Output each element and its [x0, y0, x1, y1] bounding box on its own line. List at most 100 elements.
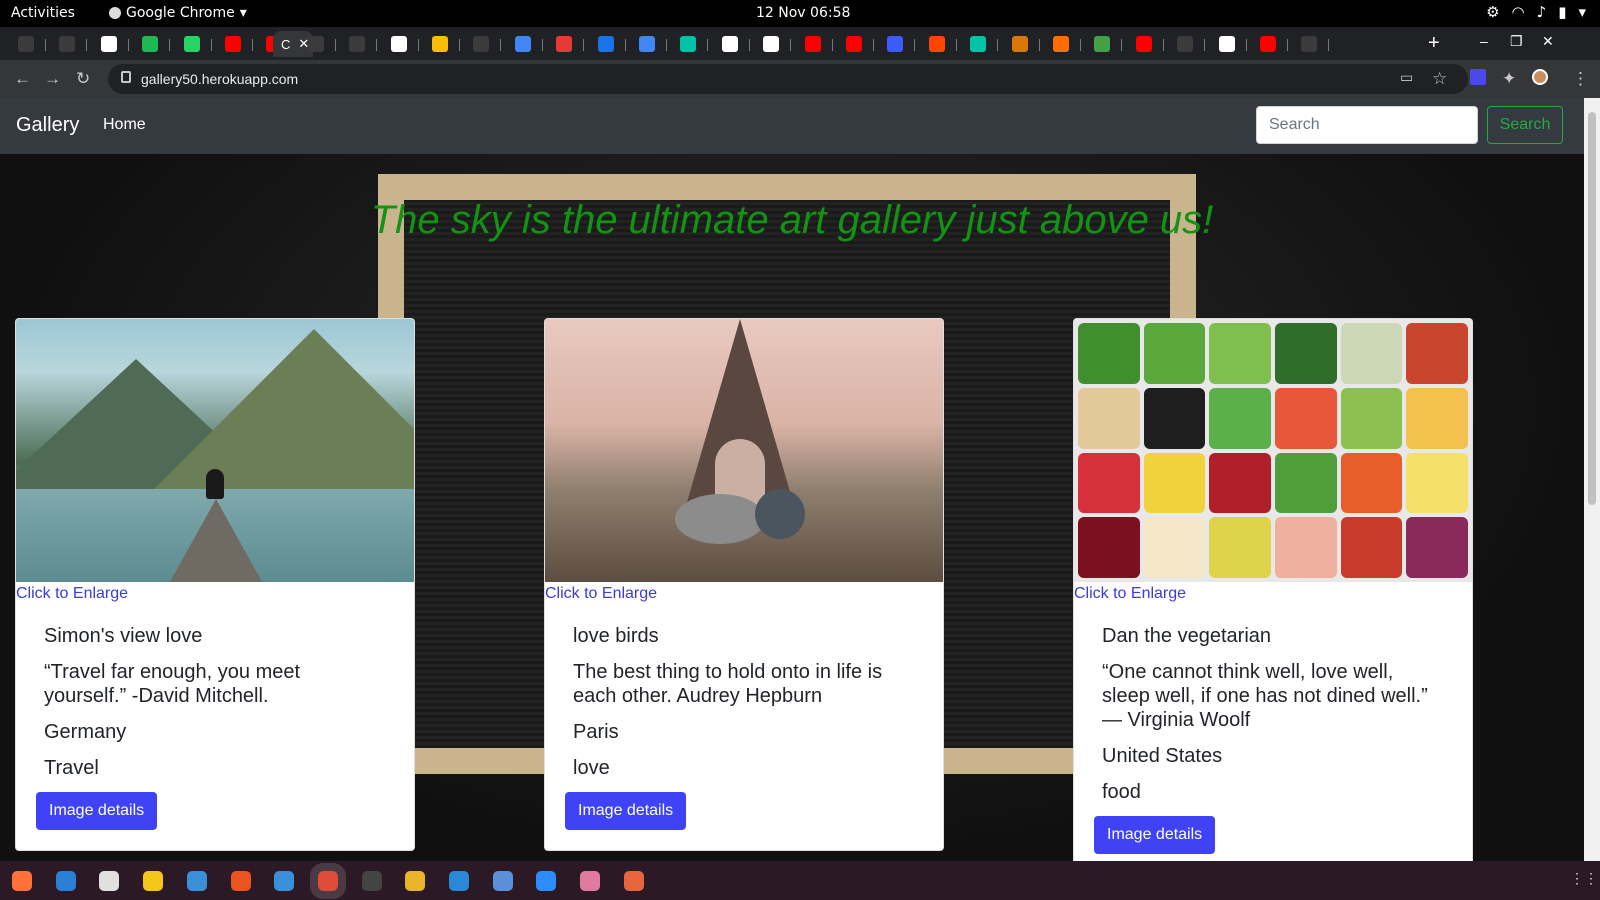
firefox-icon[interactable] — [12, 871, 32, 891]
extension-icon[interactable] — [1470, 69, 1486, 85]
card-location: Paris — [573, 721, 619, 743]
card-image[interactable] — [16, 319, 414, 582]
browser-tab[interactable] — [1130, 31, 1166, 57]
scrollbar-thumb[interactable] — [1588, 112, 1596, 505]
card-location: United States — [1102, 745, 1223, 767]
browser-tab[interactable] — [799, 31, 835, 57]
system-tray[interactable]: ⚙ ◠ ♪ ▮ ▾ — [1486, 3, 1586, 21]
restore-button[interactable]: ❐ — [1510, 33, 1523, 50]
nav-home[interactable]: Home — [103, 116, 146, 134]
card-title: Simon's view love — [44, 625, 203, 647]
thunderbird-icon[interactable] — [55, 871, 76, 891]
browser-tab[interactable] — [95, 31, 131, 57]
rhythmbox-icon[interactable] — [143, 871, 164, 891]
enlarge-link[interactable]: Click to Enlarge — [545, 582, 943, 604]
activities-button[interactable]: Activities — [11, 5, 75, 21]
gallery-card: Click to Enlarge Dan the vegetarian “One… — [1073, 318, 1473, 861]
browser-tab[interactable] — [716, 31, 752, 57]
lock-icon — [121, 71, 131, 83]
browser-tab[interactable] — [1047, 31, 1083, 57]
tab-favicon-icon — [680, 36, 697, 52]
app-name: Google Chrome — [126, 5, 235, 21]
tab-favicon-icon — [639, 36, 655, 52]
forward-icon[interactable]: → — [44, 69, 61, 89]
tab-favicon-icon — [556, 36, 573, 52]
help-icon[interactable] — [274, 871, 295, 891]
browser-tab[interactable] — [219, 31, 255, 57]
address-bar[interactable]: gallery50.herokuapp.com — [108, 64, 1468, 94]
brand-link[interactable]: Gallery — [16, 114, 79, 137]
browser-tab[interactable] — [757, 31, 793, 57]
browser-tab[interactable] — [1006, 31, 1042, 57]
search-button[interactable]: Search — [1487, 106, 1563, 144]
browser-tab[interactable] — [592, 31, 628, 57]
card-image[interactable] — [1074, 319, 1472, 582]
browser-tab[interactable] — [674, 31, 710, 57]
text-editor-icon[interactable] — [492, 871, 513, 891]
new-tab-button[interactable]: + — [1428, 32, 1440, 55]
browser-tab[interactable] — [509, 31, 545, 57]
browser-tab[interactable] — [467, 31, 503, 57]
browser-tab[interactable] — [302, 31, 338, 57]
files-icon[interactable] — [99, 871, 120, 891]
tab-favicon-icon — [804, 36, 821, 52]
browser-tab[interactable] — [840, 31, 876, 57]
slack-icon[interactable] — [405, 871, 426, 891]
browser-tab[interactable] — [385, 31, 421, 57]
bookmark-star-icon[interactable]: ☆ — [1432, 69, 1447, 89]
image-details-button[interactable]: Image details — [565, 792, 687, 830]
browser-tab[interactable] — [53, 31, 89, 57]
enlarge-link[interactable]: Click to Enlarge — [1074, 582, 1472, 604]
chrome-menu-icon[interactable]: ⋮ — [1572, 69, 1589, 89]
vscode-icon[interactable] — [449, 871, 469, 891]
browser-tab[interactable] — [12, 31, 48, 57]
tab-favicon-icon — [887, 36, 904, 52]
browser-tab[interactable] — [633, 31, 669, 57]
page-viewport: Gallery Home Search The sky is the ultim… — [0, 98, 1584, 861]
tab-favicon-icon — [225, 36, 241, 52]
zoom-icon[interactable] — [536, 871, 557, 891]
extensions-puzzle-icon[interactable]: ✦ — [1502, 69, 1516, 89]
browser-tab[interactable] — [881, 31, 917, 57]
image-details-button[interactable]: Image details — [1094, 816, 1216, 854]
search-input[interactable] — [1256, 106, 1478, 144]
browser-tab[interactable] — [923, 31, 959, 57]
browser-tab[interactable] — [1088, 31, 1124, 57]
reload-icon[interactable]: ↻ — [76, 69, 90, 89]
browser-tab[interactable] — [550, 31, 586, 57]
cast-icon[interactable]: ▭ — [1400, 69, 1413, 86]
chrome-icon[interactable] — [309, 863, 346, 899]
browser-tab[interactable] — [964, 31, 1000, 57]
browser-tab[interactable] — [1171, 31, 1207, 57]
card-image[interactable] — [545, 319, 943, 582]
enlarge-link[interactable]: Click to Enlarge — [16, 582, 414, 604]
software-icon[interactable] — [230, 871, 251, 891]
back-icon[interactable]: ← — [14, 69, 31, 89]
browser-tab[interactable] — [1295, 31, 1331, 57]
browser-tab[interactable] — [136, 31, 172, 57]
image-details-button[interactable]: Image details — [36, 792, 158, 830]
writer-icon[interactable] — [186, 871, 207, 891]
chevron-down-icon: ▾ — [1578, 3, 1586, 21]
tab-favicon-icon — [846, 36, 862, 52]
card-title: Dan the vegetarian — [1102, 625, 1272, 647]
minimize-button[interactable]: – — [1480, 33, 1488, 49]
terminal-icon[interactable] — [361, 871, 382, 891]
app-menu[interactable]: Google Chrome ▾ — [109, 5, 247, 21]
color-picker-icon[interactable] — [580, 871, 601, 891]
tab-favicon-icon — [1260, 36, 1276, 52]
clock[interactable]: 12 Nov 06:58 — [756, 5, 850, 21]
browser-tab[interactable] — [426, 31, 462, 57]
browser-tab[interactable] — [1254, 31, 1290, 57]
browser-tab[interactable] — [343, 31, 379, 57]
app-grid-icon[interactable]: ⋮⋮ — [1570, 870, 1598, 887]
profile-avatar[interactable] — [1532, 69, 1548, 85]
close-window-button[interactable]: ✕ — [1542, 33, 1554, 50]
tab-favicon-icon — [473, 36, 490, 52]
page-scrollbar[interactable] — [1584, 98, 1600, 861]
browser-tab[interactable] — [1213, 31, 1249, 57]
compass-icon[interactable] — [623, 871, 644, 891]
browser-toolbar: ← → ↻ gallery50.herokuapp.com ▭ ☆ ✦ ⋮ — [0, 60, 1600, 98]
tab-favicon-icon — [59, 36, 76, 52]
browser-tab[interactable] — [178, 31, 214, 57]
